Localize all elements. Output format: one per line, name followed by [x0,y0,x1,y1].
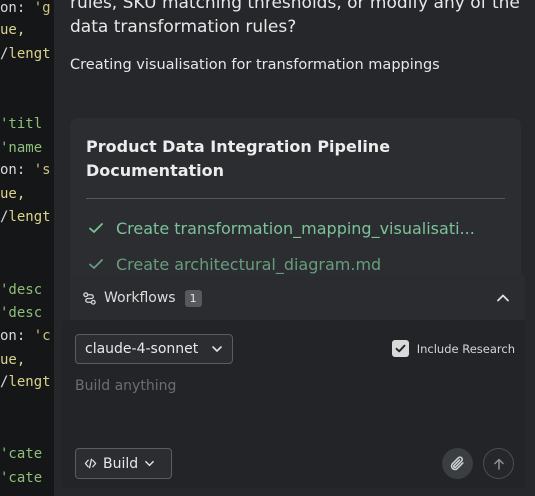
chat-panel: rules, SKU matching thresholds, or modif… [54,0,535,496]
send-button[interactable] [483,448,514,479]
build-mode-label: Build [103,455,139,472]
task-card-title: Product Data Integration Pipeline Docume… [86,137,391,180]
arrow-up-icon [493,458,504,470]
task-item: Create transformation_mapping_visualisat… [88,217,508,239]
workflow-icon [83,291,96,305]
composer: claude-4-sonnet Include Research Build a… [62,320,525,488]
check-icon [89,223,103,233]
model-select-value: claude-4-sonnet [85,341,199,357]
build-mode-button[interactable]: Build [75,448,172,479]
code-line: 'desc [0,305,43,321]
attach-button[interactable] [442,448,473,479]
code-line: on: 'g [0,0,51,16]
check-icon [395,344,406,353]
task-card: Product Data Integration Pipeline Docume… [70,118,521,286]
code-line: /lengt [0,209,51,225]
code-line: ue, [0,352,26,368]
check-icon [89,259,103,269]
code-line: ue, [0,22,26,38]
workflows-label: Workflows [104,290,176,306]
task-item-label: Create architectural_diagram.md [116,254,382,274]
task-item-label: Create transformation_mapping_visualisat… [116,218,475,238]
code-icon [84,458,97,469]
code-line: 'titl [0,116,43,132]
code-line: /lengt [0,46,51,62]
task-item: Create architectural_diagram.md [88,253,508,275]
chevron-down-icon [212,346,222,352]
code-line: ue, [0,186,26,202]
chevron-up-icon[interactable] [495,290,511,306]
assistant-message-line: rules, SKU matching thresholds, or modif… [70,0,520,13]
code-line: 'desc [0,282,43,298]
workflows-count-badge: 1 [184,289,202,307]
code-editor-strip: on: 'g ue, /lengt 'titl 'name on: 's ue,… [0,0,54,496]
divider [86,198,505,199]
include-research-label: Include Research [416,341,515,356]
workflows-bar[interactable]: Workflows 1 [70,276,525,320]
prompt-input[interactable] [75,374,505,398]
model-select[interactable]: claude-4-sonnet [75,334,233,364]
paperclip-icon [450,456,464,471]
include-research-toggle[interactable]: Include Research [391,340,515,357]
assistant-message-line: data transformation rules? [70,17,297,37]
status-text: Creating visualisation for transformatio… [70,57,440,73]
chevron-down-icon [145,460,155,467]
code-line: on: 'c [0,328,51,344]
include-research-checkbox[interactable] [391,340,409,357]
code-line: on: 's [0,162,51,178]
code-line: 'name [0,140,43,156]
code-line: 'cate [0,446,43,462]
code-line: /lengt [0,374,51,390]
code-line: 'cate [0,470,43,486]
app-root: on: 'g ue, /lengt 'titl 'name on: 's ue,… [0,0,535,496]
